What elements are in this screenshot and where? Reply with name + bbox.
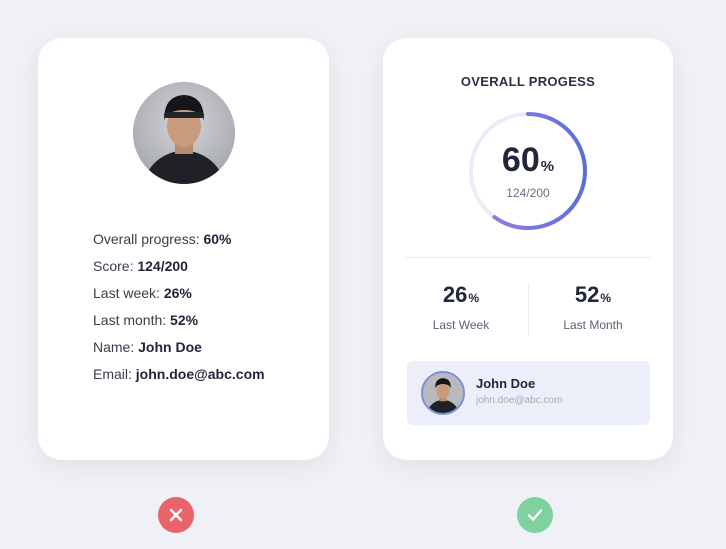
stat-label: Last Month: [563, 318, 623, 332]
info-row-last-week: Last week: 26%: [93, 285, 192, 301]
stat-last-week: 26% Last Week: [401, 282, 521, 333]
info-row-progress: Overall progress: 60%: [93, 231, 232, 247]
check-icon: [517, 497, 553, 533]
divider: [405, 257, 651, 258]
progress-readout: 60% 124/200: [467, 110, 589, 232]
user-panel: John Doe john.doe@abc.com: [407, 361, 650, 425]
info-row-score: Score: 124/200: [93, 258, 188, 274]
avatar: [421, 371, 465, 415]
info-row-email: Email: john.doe@abc.com: [93, 366, 265, 382]
info-row-name: Name: John Doe: [93, 339, 202, 355]
info-row-last-month: Last month: 52%: [93, 312, 199, 328]
profile-card-designed: OVERALL PROGESS 60% 124/200 26% Last Wee…: [383, 38, 673, 460]
info-list: Overall progress: 60% Score: 124/200 Las…: [93, 226, 265, 388]
user-email: john.doe@abc.com: [476, 395, 563, 406]
close-icon: [158, 497, 194, 533]
stat-last-month: 52% Last Month: [533, 282, 653, 333]
stat-value: 26%: [442, 282, 480, 307]
avatar: [133, 82, 235, 184]
progress-percent: 60%: [501, 140, 555, 179]
progress-score: 124/200: [506, 185, 550, 200]
stat-value: 52%: [574, 282, 612, 307]
card-title: OVERALL PROGESS: [460, 74, 596, 89]
profile-card-plain: Overall progress: 60% Score: 124/200 Las…: [38, 38, 329, 460]
stat-label: Last Week: [432, 318, 490, 332]
user-name: John Doe: [476, 376, 536, 391]
divider: [528, 283, 529, 335]
